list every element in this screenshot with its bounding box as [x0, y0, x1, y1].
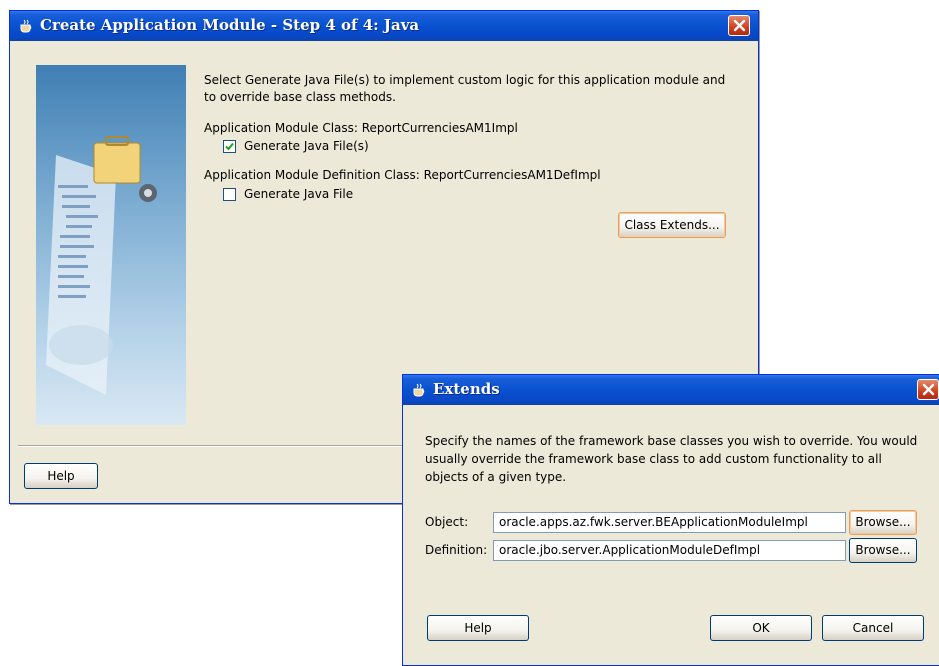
extends-description-line2: usually override the framework base clas… [425, 452, 882, 466]
close-icon [922, 383, 935, 396]
definition-field[interactable]: oracle.jbo.server.ApplicationModuleDefIm… [493, 540, 846, 561]
generate-java-files-checkbox[interactable] [223, 140, 236, 153]
extends-description-line1: Specify the names of the framework base … [425, 434, 918, 448]
extends-close-button[interactable] [917, 379, 939, 400]
close-icon [733, 19, 746, 32]
cancel-button[interactable]: Cancel [822, 615, 924, 641]
checkmark-icon [225, 142, 234, 151]
class-extends-button[interactable]: Class Extends... [618, 212, 726, 238]
object-label: Object: [425, 515, 469, 529]
intro-text-line1: Select Generate Java File(s) to implemen… [204, 73, 726, 87]
extends-titlebar[interactable]: Extends [403, 375, 939, 405]
generate-java-files-label[interactable]: Generate Java File(s) [244, 139, 369, 153]
main-help-button[interactable]: Help [24, 463, 98, 489]
object-browse-button[interactable]: Browse... [849, 510, 917, 535]
am-def-class-label: Application Module Definition Class: Rep… [204, 168, 601, 182]
java-cup-icon [20, 19, 32, 33]
main-titlebar[interactable]: Create Application Module - Step 4 of 4:… [10, 11, 758, 41]
extends-dialog: Extends Specify the names of the framewo… [402, 374, 939, 666]
wizard-side-image [36, 65, 186, 425]
extends-dialog-title: Extends [433, 380, 500, 398]
am-class-label: Application Module Class: ReportCurrenci… [204, 121, 518, 135]
definition-label: Definition: [425, 543, 488, 557]
ok-button[interactable]: OK [710, 615, 812, 641]
extends-description-line3: objects of a given type. [425, 470, 567, 484]
main-close-button[interactable] [728, 15, 750, 36]
generate-java-file-checkbox[interactable] [223, 188, 236, 201]
intro-text-line2: to override base class methods. [204, 90, 396, 104]
main-dialog-title: Create Application Module - Step 4 of 4:… [40, 16, 420, 34]
object-field[interactable]: oracle.apps.az.fwk.server.BEApplicationM… [493, 512, 846, 533]
generate-java-file-label[interactable]: Generate Java File [244, 187, 353, 201]
definition-browse-button[interactable]: Browse... [849, 538, 917, 563]
java-cup-icon [413, 383, 425, 397]
extends-help-button[interactable]: Help [427, 615, 529, 641]
